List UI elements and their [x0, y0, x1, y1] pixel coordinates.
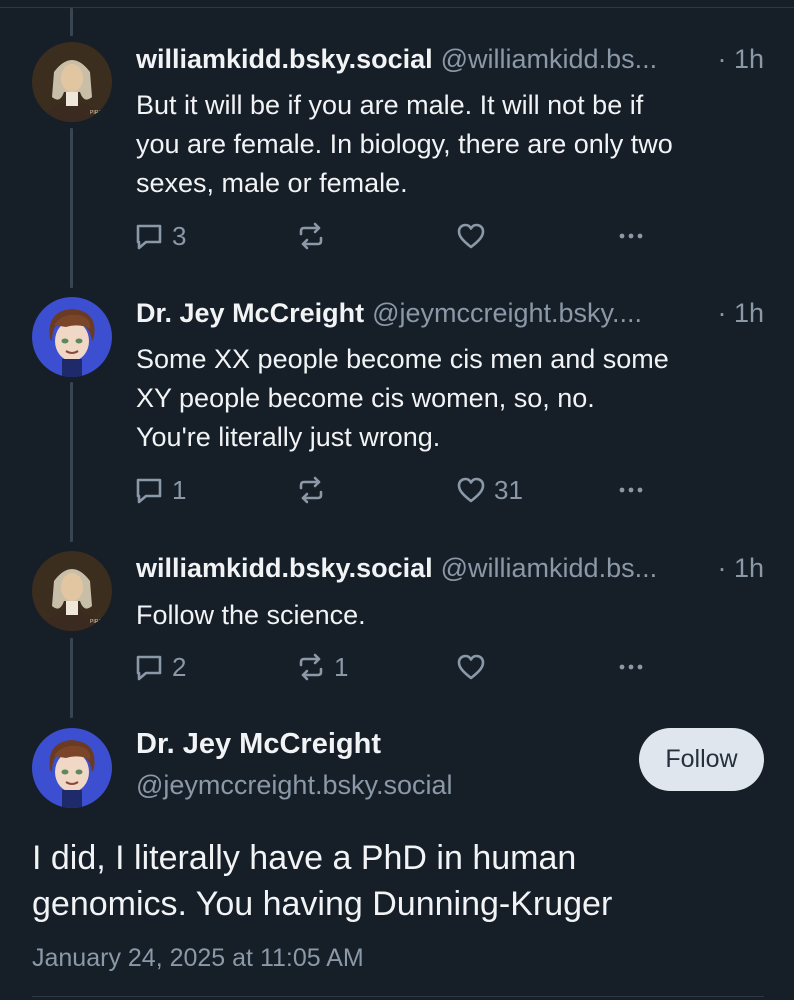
post-text-line: genomics. You having Dunning-Kruger [32, 885, 613, 923]
thread-line [70, 8, 73, 36]
reply-button[interactable]: 2 [134, 650, 186, 684]
like-button[interactable] [456, 650, 494, 684]
post-text: Follow the science. [136, 596, 766, 635]
repost-button[interactable]: 1 [296, 650, 348, 684]
like-button[interactable]: 31 [456, 473, 523, 507]
author-name[interactable]: williamkidd.bsky.social [136, 44, 433, 75]
portrait-avatar-image [32, 551, 112, 631]
author-handle[interactable]: @jeymccreight.bsky.... [372, 298, 642, 329]
heart-icon [456, 652, 486, 682]
post-text: Some XX people become cis men and some X… [136, 340, 766, 457]
reply-icon [134, 475, 164, 505]
repost-button[interactable] [296, 219, 334, 253]
post-time[interactable]: · 1h [707, 298, 764, 329]
heart-icon [456, 221, 486, 251]
heart-icon [456, 475, 486, 505]
cartoon-avatar-image [32, 297, 112, 377]
like-count: 31 [494, 474, 523, 505]
post-timestamp[interactable]: January 24, 2025 at 11:05 AM [32, 944, 364, 973]
more-icon [616, 475, 646, 505]
post-actions: 2 1 [134, 650, 654, 684]
post-text-line: But it will be if you are male. It will … [136, 90, 644, 120]
author-handle[interactable]: @williamkidd.bs... [441, 44, 657, 75]
post-text: I did, I literally have a PhD in human g… [32, 835, 762, 927]
post-text-line: You're literally just wrong. [136, 422, 441, 452]
author-name[interactable]: williamkidd.bsky.social [136, 553, 433, 584]
post-time[interactable]: · 1h [707, 44, 764, 75]
portrait-avatar-image [32, 42, 112, 122]
post-text: But it will be if you are male. It will … [136, 86, 766, 203]
repost-icon [296, 221, 326, 251]
reply-count: 2 [172, 651, 187, 682]
thread-line [70, 128, 73, 288]
reply-button[interactable]: 1 [134, 473, 186, 507]
post-text-line: XY people become cis women, so, no. [136, 383, 595, 413]
more-options-button[interactable] [616, 650, 646, 684]
author-name[interactable]: Dr. Jey McCreight [136, 728, 381, 761]
reply-icon [134, 221, 164, 251]
author-handle[interactable]: @williamkidd.bs... [441, 553, 657, 584]
post-actions: 3 [134, 219, 654, 253]
reply-icon [134, 652, 164, 682]
avatar[interactable] [32, 728, 112, 808]
post-text-line: Some XX people become cis men and some [136, 344, 669, 374]
repost-icon [296, 475, 326, 505]
author-handle[interactable]: @jeymccreight.bsky.social [136, 770, 453, 801]
post-text-line: you are female. In biology, there are on… [136, 129, 673, 159]
more-options-button[interactable] [616, 219, 646, 253]
post-time[interactable]: · 1h [707, 553, 764, 584]
post-text-line: I did, I literally have a PhD in human [32, 839, 577, 877]
more-options-button[interactable] [616, 473, 646, 507]
reply-count: 1 [172, 474, 187, 505]
bottom-divider [32, 996, 764, 997]
avatar[interactable] [32, 42, 112, 122]
post-text-line: Follow the science. [136, 600, 366, 630]
thread-line [70, 382, 73, 542]
author-name[interactable]: Dr. Jey McCreight [136, 298, 364, 329]
reply-button[interactable]: 3 [134, 219, 186, 253]
top-divider [0, 7, 794, 8]
more-icon [616, 221, 646, 251]
follow-button[interactable]: Follow [639, 728, 764, 791]
post-actions: 1 31 [134, 473, 654, 507]
thread-line [70, 638, 73, 718]
avatar[interactable] [32, 297, 112, 377]
more-icon [616, 652, 646, 682]
repost-count: 1 [334, 651, 349, 682]
post-text-line: sexes, male or female. [136, 168, 408, 198]
repost-button[interactable] [296, 473, 334, 507]
cartoon-avatar-image [32, 728, 112, 808]
reply-count: 3 [172, 220, 187, 251]
like-button[interactable] [456, 219, 494, 253]
repost-icon [296, 652, 326, 682]
avatar[interactable] [32, 551, 112, 631]
